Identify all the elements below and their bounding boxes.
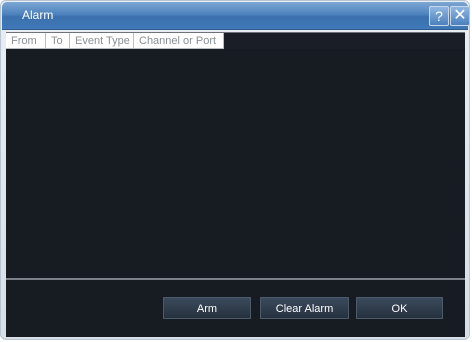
- title-bar[interactable]: Alarm ? ✕: [2, 2, 469, 30]
- column-header-from[interactable]: From: [6, 33, 46, 49]
- ok-button[interactable]: OK: [356, 297, 443, 319]
- window-title: Alarm: [22, 8, 54, 22]
- alarm-list[interactable]: [6, 49, 465, 278]
- close-button[interactable]: ✕: [450, 6, 469, 26]
- column-header-event-type[interactable]: Event Type: [70, 33, 134, 49]
- arm-button[interactable]: Arm: [163, 297, 251, 319]
- help-button[interactable]: ?: [429, 6, 449, 26]
- clear-alarm-button[interactable]: Clear Alarm: [260, 297, 349, 319]
- alarm-dialog: Alarm ? ✕ From To Event Type Channel or …: [0, 0, 470, 340]
- table-header: From To Event Type Channel or Port: [6, 32, 465, 50]
- column-header-channel-or-port[interactable]: Channel or Port: [134, 33, 224, 49]
- close-icon: ✕: [453, 7, 467, 24]
- column-header-to[interactable]: To: [46, 33, 70, 49]
- help-icon: ?: [435, 8, 443, 24]
